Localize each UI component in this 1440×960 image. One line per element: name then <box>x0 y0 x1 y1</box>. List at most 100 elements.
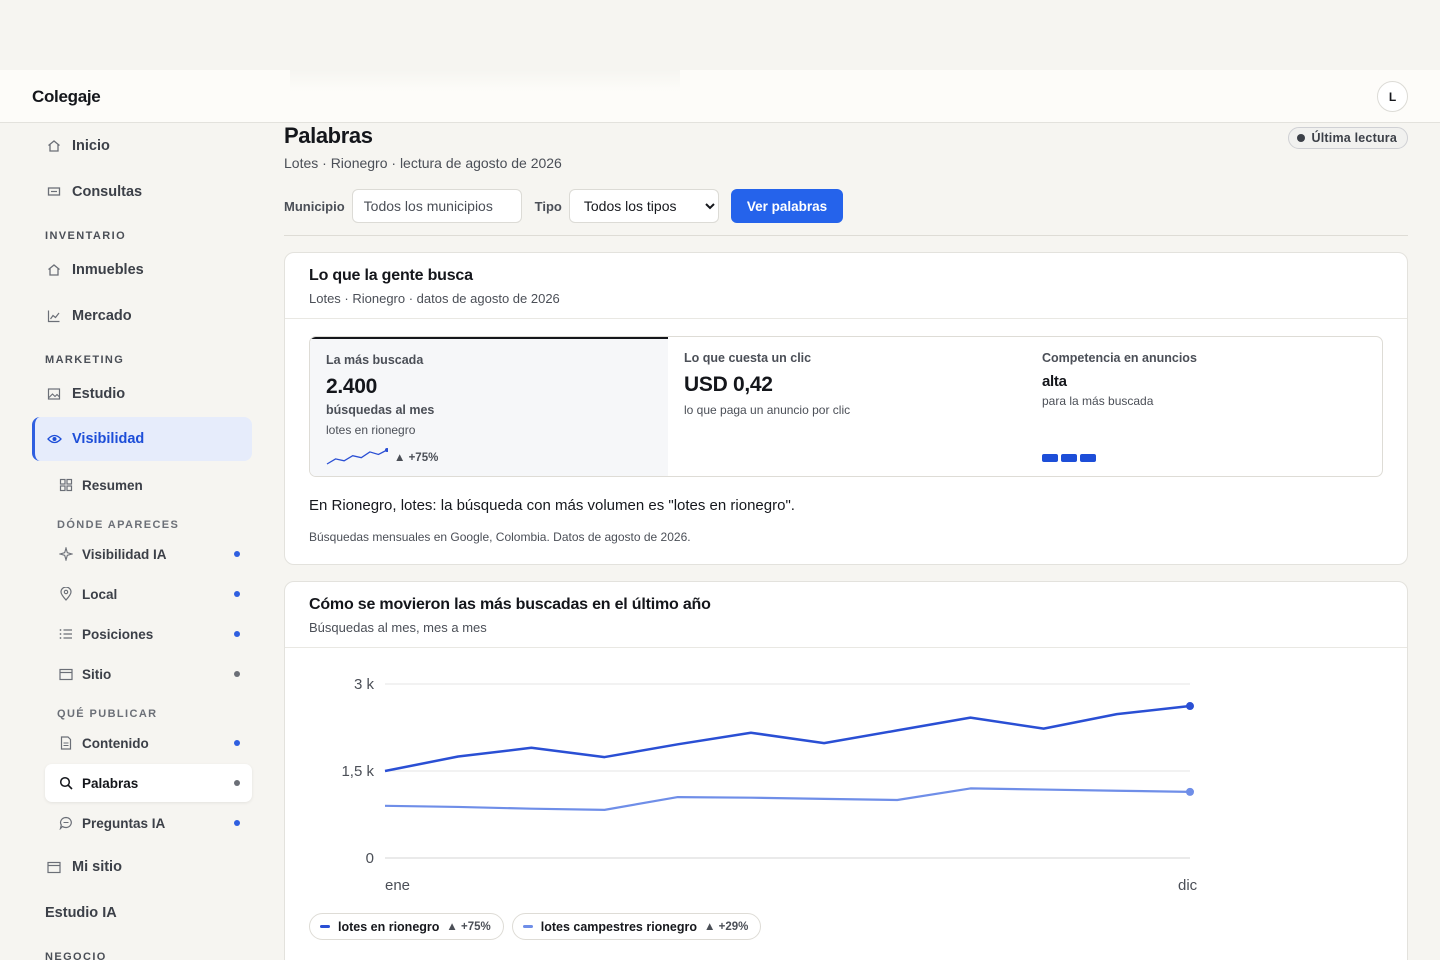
sidebar-subitem-posiciones[interactable]: Posiciones <box>45 615 252 653</box>
faded-header-strip <box>290 70 680 92</box>
sidebar-item-label: Visibilidad <box>72 431 145 447</box>
series-line[interactable] <box>384 787 1191 811</box>
map-pin-icon <box>58 586 74 602</box>
sidebar-subitem-contenido[interactable]: Contenido <box>45 724 252 762</box>
divider <box>284 235 1408 236</box>
status-dot <box>234 780 240 786</box>
sparkle-icon <box>58 546 74 562</box>
chart-legend: lotes en rionegro ▲ +75% lotes campestres … <box>309 913 762 940</box>
sidebar-subitem-resumen[interactable]: Resumen <box>45 466 252 504</box>
kpi-label: Lo que cuesta un clic <box>684 351 812 365</box>
sparkline <box>326 448 388 465</box>
data-source-note: Búsquedas mensuales en Google, Colombia.… <box>309 530 691 544</box>
status-dot <box>234 740 240 746</box>
sidebar-subitem-visibilidad-ia[interactable]: Visibilidad IA <box>45 535 252 573</box>
sidebar-item-label: Estudio <box>72 386 126 402</box>
kpi-row: La más buscada 2.400 búsquedas al mes lo… <box>309 336 1383 477</box>
card-subtitle: Lotes · Rionegro · datos de agosto de 20… <box>309 291 560 306</box>
sidebar-item-inicio[interactable]: Inicio <box>32 124 252 168</box>
x-tick-label: ene <box>385 877 410 894</box>
page-title: Palabras <box>284 123 373 148</box>
series-end-point[interactable] <box>1186 787 1194 796</box>
eye-icon <box>46 431 62 447</box>
legend-item[interactable]: lotes campestres rionegro ▲ +29% <box>511 913 762 940</box>
sidebar-item-label: Local <box>82 586 118 602</box>
municipio-input[interactable] <box>351 189 522 223</box>
card-header: Lo que la gente busca Lotes · Rionegro ·… <box>285 253 1407 319</box>
status-dot <box>234 820 240 826</box>
kpi-note: lo que paga un anuncio por clic <box>684 403 851 417</box>
sidebar-item-label: Mercado <box>72 308 132 324</box>
sidebar-item-mercado[interactable]: Mercado <box>32 294 252 338</box>
kpi-value: 2.400 <box>326 375 378 398</box>
sidebar-item-label: Mi sitio <box>72 859 122 875</box>
section-label-negocio: NEGOCIO <box>45 951 107 960</box>
kpi-top-keyword[interactable]: La más buscada 2.400 búsquedas al mes lo… <box>310 337 668 476</box>
y-tick-label: 3 k <box>354 676 375 693</box>
section-label-marketing: MARKETING <box>45 354 125 366</box>
legend-swatch <box>320 925 330 928</box>
trend-line-chart: 3 k 1,5 k 0 ene dic <box>341 676 1198 894</box>
section-label-inventario: INVENTARIO <box>45 230 127 242</box>
section-label-donde-apareces: DÓNDE APARECES <box>57 519 180 531</box>
sidebar-item-label: Inmuebles <box>72 262 144 278</box>
sidebar-subitem-sitio[interactable]: Sitio <box>45 655 252 693</box>
sidebar-item-estudio[interactable]: Estudio <box>32 372 252 416</box>
sidebar-item-estudio-ia[interactable]: Estudio IA <box>45 905 117 921</box>
kpi-ad-competition[interactable]: Competencia en anuncios alta para la más… <box>1026 337 1382 476</box>
kpi-keyword: lotes en rionegro <box>326 423 416 437</box>
sidebar-item-mi-sitio[interactable]: Mi sitio <box>32 845 252 889</box>
sparkline-path <box>326 449 388 465</box>
kpi-change: ▲ +75% <box>394 452 439 464</box>
document-icon <box>58 735 74 751</box>
ver-palabras-button[interactable]: Ver palabras <box>730 189 844 223</box>
sidebar: Inicio Consultas INVENTARIO Inmuebles Me… <box>0 123 268 960</box>
legend-change: ▲ +29% <box>704 920 749 933</box>
kpi-label: La más buscada <box>326 353 424 367</box>
sidebar-item-inmuebles[interactable]: Inmuebles <box>32 248 252 292</box>
sidebar-item-label: Inicio <box>72 138 110 154</box>
tipo-label: Tipo <box>534 198 562 214</box>
competition-level-bars <box>1042 454 1096 462</box>
card-header: Cómo se movieron las más buscadas en el … <box>285 582 1407 648</box>
brand-logo[interactable]: Colegaje <box>32 87 101 107</box>
series-end-point[interactable] <box>1186 702 1194 711</box>
competition-bar <box>1061 454 1077 462</box>
browser-icon <box>46 859 62 875</box>
series-line[interactable] <box>384 704 1191 773</box>
sidebar-item-label: Consultas <box>72 184 143 200</box>
card-subtitle: Búsquedas al mes, mes a mes <box>309 620 487 635</box>
sidebar-subitem-local[interactable]: Local <box>45 575 252 613</box>
badge-label: Última lectura <box>1311 131 1397 145</box>
sidebar-item-label: Preguntas IA <box>82 815 166 831</box>
sidebar-item-consultas[interactable]: Consultas <box>32 170 252 214</box>
x-tick-label: dic <box>1178 877 1198 894</box>
card-title: Cómo se movieron las más buscadas en el … <box>309 596 711 613</box>
sidebar-subitem-palabras[interactable]: Palabras <box>45 764 252 802</box>
sidebar-subitem-preguntas-ia[interactable]: Preguntas IA <box>45 804 252 842</box>
tipo-select[interactable]: Todos los tipos <box>568 189 719 223</box>
legend-item[interactable]: lotes en rionegro ▲ +75% <box>309 913 504 940</box>
legend-change: ▲ +75% <box>446 920 491 933</box>
search-demand-card: Lo que la gente busca Lotes · Rionegro ·… <box>284 252 1408 565</box>
kpi-value: alta <box>1042 373 1067 390</box>
line-chart-icon <box>46 308 62 324</box>
sidebar-item-label: Posiciones <box>82 626 154 642</box>
badge-dot <box>1296 134 1305 142</box>
sidebar-item-label: Resumen <box>82 477 143 493</box>
sidebar-item-label: Visibilidad IA <box>82 546 167 562</box>
page-subtitle: Lotes · Rionegro · lectura de agosto de … <box>284 155 562 171</box>
kpi-unit: búsquedas al mes <box>326 403 435 417</box>
status-dot <box>234 551 240 557</box>
sidebar-item-label: Contenido <box>82 735 149 751</box>
competition-bar <box>1080 454 1096 462</box>
municipio-label: Municipio <box>284 198 345 214</box>
kpi-note: para la más buscada <box>1042 394 1154 408</box>
kpi-label: Competencia en anuncios <box>1042 351 1197 365</box>
kpi-cost-per-click[interactable]: Lo que cuesta un clic USD 0,42 lo que pa… <box>668 337 1026 476</box>
image-icon <box>46 386 62 402</box>
sidebar-item-visibilidad[interactable]: Visibilidad <box>32 417 252 461</box>
user-avatar[interactable]: L <box>1377 81 1408 112</box>
home-icon <box>46 138 62 154</box>
legend-label: lotes en rionegro <box>338 919 440 934</box>
